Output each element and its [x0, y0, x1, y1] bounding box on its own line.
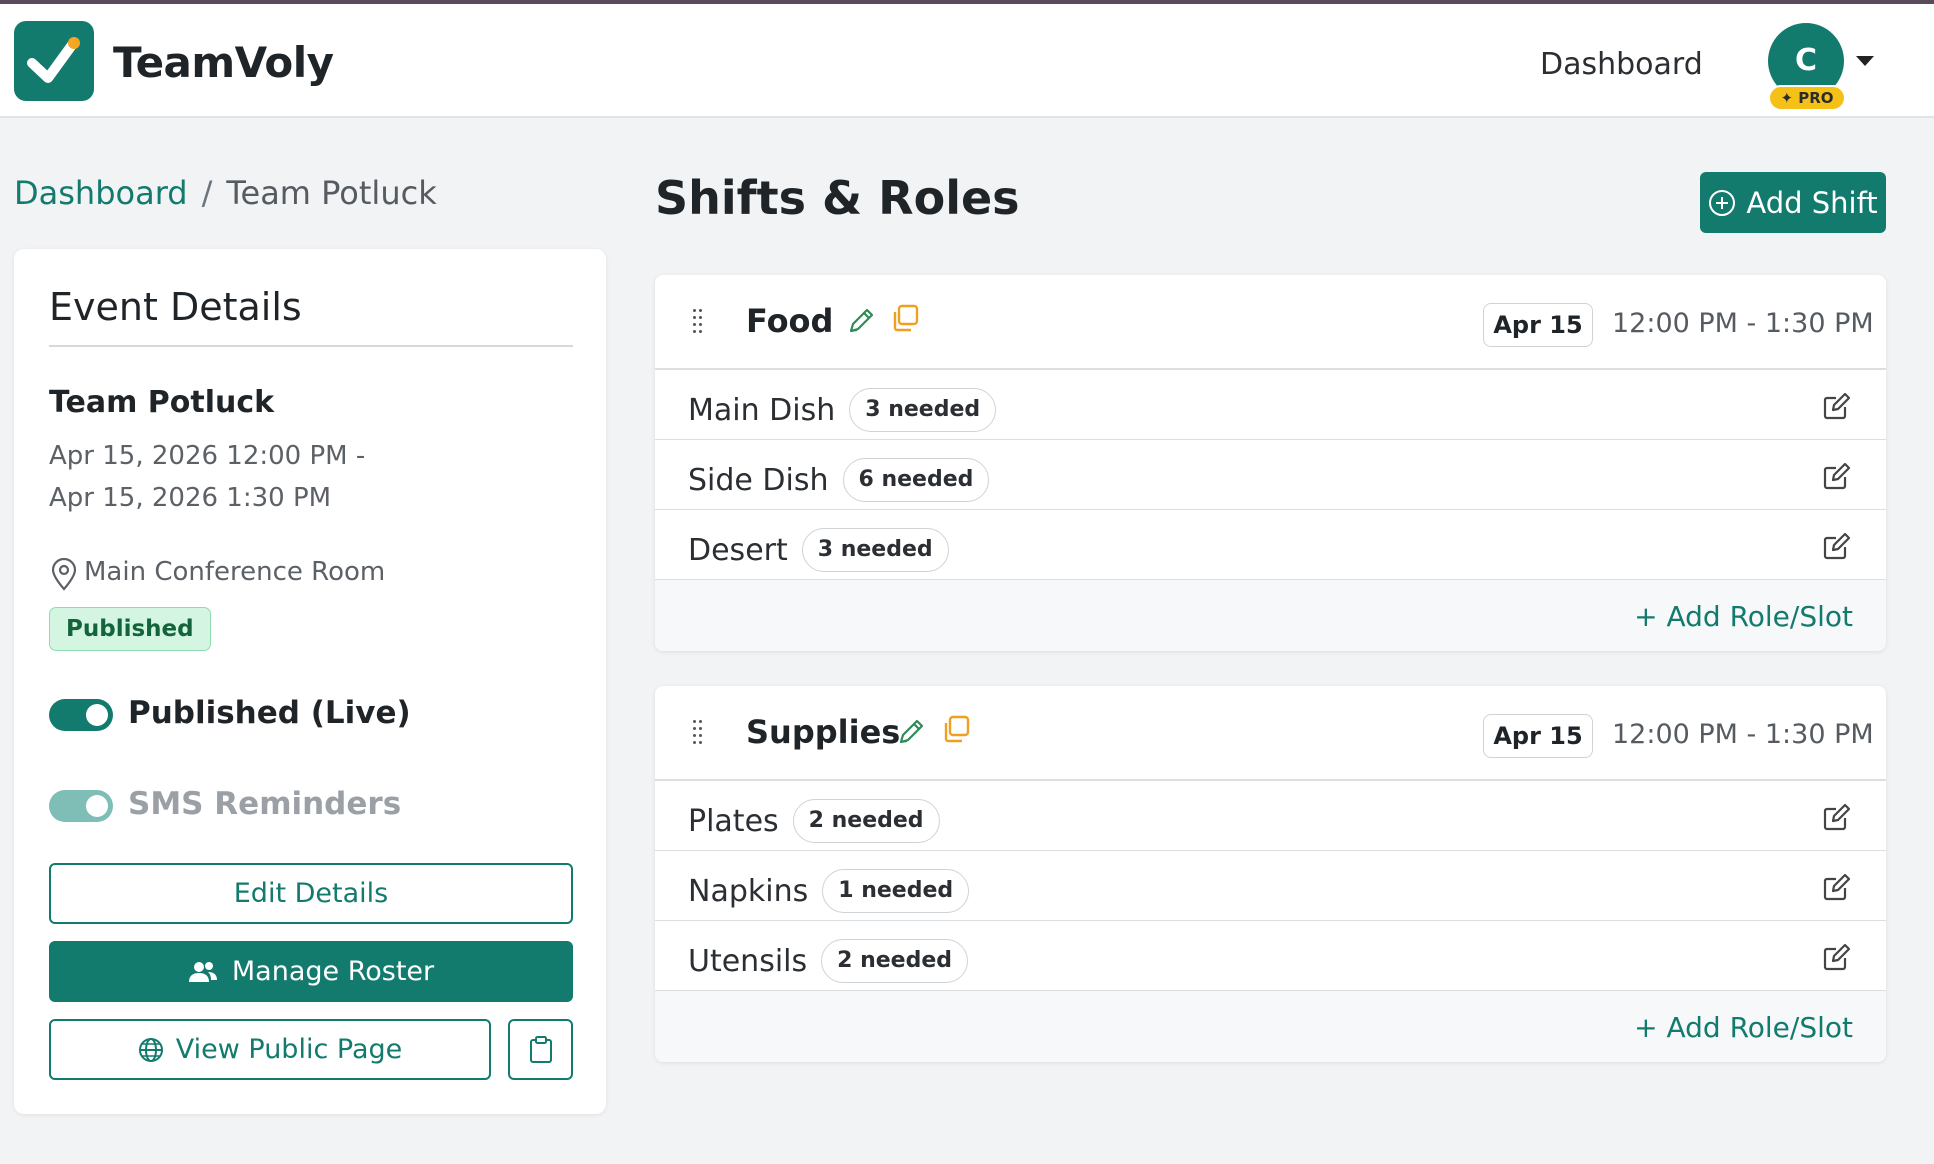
plus-circle-icon	[1709, 189, 1736, 216]
copy-icon[interactable]	[890, 303, 920, 333]
manage-roster-button[interactable]: Manage Roster	[49, 941, 573, 1002]
role-row: Main Dish 3 needed	[655, 370, 1886, 440]
needed-badge: 3 needed	[801, 528, 949, 572]
edit-icon[interactable]	[1823, 532, 1851, 560]
breadcrumb-current: Team Potluck	[226, 174, 437, 212]
shift-time: 12:00 PM - 1:30 PM	[1612, 308, 1874, 339]
clipboard-icon	[529, 1035, 552, 1063]
shift-name: Food	[746, 302, 834, 340]
toggle-knob	[86, 795, 108, 817]
role-row: Plates 2 needed	[655, 781, 1886, 851]
role-name: Plates	[688, 803, 779, 839]
chevron-down-icon[interactable]	[1856, 56, 1874, 66]
event-start: Apr 15, 2026 12:00 PM -	[49, 441, 366, 471]
role-row: Utensils 2 needed	[655, 921, 1886, 991]
edit-icon[interactable]	[1823, 803, 1851, 831]
shift-date-badge: Apr 15	[1483, 303, 1593, 347]
manage-roster-label: Manage Roster	[231, 956, 435, 987]
add-role-row: + Add Role/Slot	[655, 580, 1886, 651]
shift-header: Food Apr 15 12:00 PM - 1:30 PM	[655, 275, 1886, 370]
event-location: Main Conference Room	[84, 557, 386, 587]
add-role-row: + Add Role/Slot	[655, 991, 1886, 1062]
breadcrumb-separator: /	[201, 174, 213, 212]
sms-toggle-label: SMS Reminders	[128, 786, 402, 822]
needed-badge: 6 needed	[842, 458, 990, 502]
edit-icon[interactable]	[1823, 392, 1851, 420]
pro-label: PRO	[1798, 89, 1834, 107]
shift-date-badge: Apr 15	[1483, 714, 1593, 758]
role-row: Desert 3 needed	[655, 510, 1886, 580]
needed-badge: 1 needed	[822, 869, 970, 913]
pencil-icon[interactable]	[897, 716, 925, 746]
role-name: Utensils	[688, 943, 808, 979]
copy-icon[interactable]	[941, 714, 971, 744]
event-details-card: Event Details Team Potluck Apr 15, 2026 …	[14, 249, 606, 1114]
role-item: Side Dish 6 needed	[688, 458, 990, 502]
drag-handle-icon[interactable]	[693, 720, 703, 746]
role-name: Napkins	[688, 873, 809, 909]
needed-badge: 2 needed	[792, 799, 940, 843]
breadcrumb: Dashboard / Team Potluck	[14, 174, 437, 212]
edit-icon[interactable]	[1823, 873, 1851, 901]
role-item: Utensils 2 needed	[688, 939, 969, 983]
needed-badge: 3 needed	[849, 388, 997, 432]
role-row: Napkins 1 needed	[655, 851, 1886, 921]
toggle-knob	[86, 704, 108, 726]
shift-name: Supplies	[746, 713, 901, 751]
app-name[interactable]: TeamVoly	[113, 38, 334, 87]
shift-card: Supplies Apr 15 12:00 PM - 1:30 PM Plates 2 …	[655, 686, 1886, 1062]
nav-dashboard-link[interactable]: Dashboard	[1540, 47, 1703, 82]
drag-handle-icon[interactable]	[693, 309, 703, 335]
pencil-icon[interactable]	[847, 305, 875, 335]
add-role-button[interactable]: + Add Role/Slot	[1634, 1011, 1853, 1044]
role-item: Plates 2 needed	[688, 799, 940, 843]
page-title: Shifts & Roles	[655, 171, 1020, 225]
role-row: Side Dish 6 needed	[655, 440, 1886, 510]
needed-badge: 2 needed	[821, 939, 969, 983]
divider	[49, 345, 573, 347]
published-toggle-label: Published (Live)	[128, 695, 411, 731]
breadcrumb-dashboard[interactable]: Dashboard	[14, 174, 188, 212]
status-badge: Published	[49, 607, 211, 651]
add-shift-label: Add Shift	[1746, 185, 1878, 220]
people-icon	[188, 961, 217, 982]
check-square-icon[interactable]	[14, 21, 94, 101]
shift-header: Supplies Apr 15 12:00 PM - 1:30 PM	[655, 686, 1886, 781]
view-public-page-button[interactable]: View Public Page	[49, 1019, 491, 1080]
event-details-title: Event Details	[49, 285, 302, 329]
globe-icon	[138, 1037, 163, 1062]
edit-details-label: Edit Details	[233, 878, 389, 909]
sms-toggle[interactable]	[49, 790, 113, 822]
copy-link-button[interactable]	[508, 1019, 573, 1080]
role-item: Napkins 1 needed	[688, 869, 970, 913]
location-pin-icon	[51, 558, 77, 591]
event-name: Team Potluck	[49, 385, 275, 420]
role-name: Desert	[688, 532, 788, 568]
edit-details-button[interactable]: Edit Details	[49, 863, 573, 924]
navbar: TeamVoly Dashboard C ✦ PRO	[0, 4, 1934, 118]
add-role-button[interactable]: + Add Role/Slot	[1634, 600, 1853, 633]
role-name: Side Dish	[688, 462, 829, 498]
shift-card: Food Apr 15 12:00 PM - 1:30 PM Main Dish 3 n…	[655, 275, 1886, 651]
role-item: Main Dish 3 needed	[688, 388, 997, 432]
event-end: Apr 15, 2026 1:30 PM	[49, 483, 332, 513]
add-shift-button[interactable]: Add Shift	[1700, 172, 1886, 233]
pro-badge: ✦ PRO	[1768, 85, 1846, 111]
edit-icon[interactable]	[1823, 943, 1851, 971]
role-name: Main Dish	[688, 392, 836, 428]
view-public-page-label: View Public Page	[175, 1034, 403, 1065]
published-toggle[interactable]	[49, 699, 113, 731]
edit-icon[interactable]	[1823, 462, 1851, 490]
role-item: Desert 3 needed	[688, 528, 949, 572]
shift-time: 12:00 PM - 1:30 PM	[1612, 719, 1874, 750]
